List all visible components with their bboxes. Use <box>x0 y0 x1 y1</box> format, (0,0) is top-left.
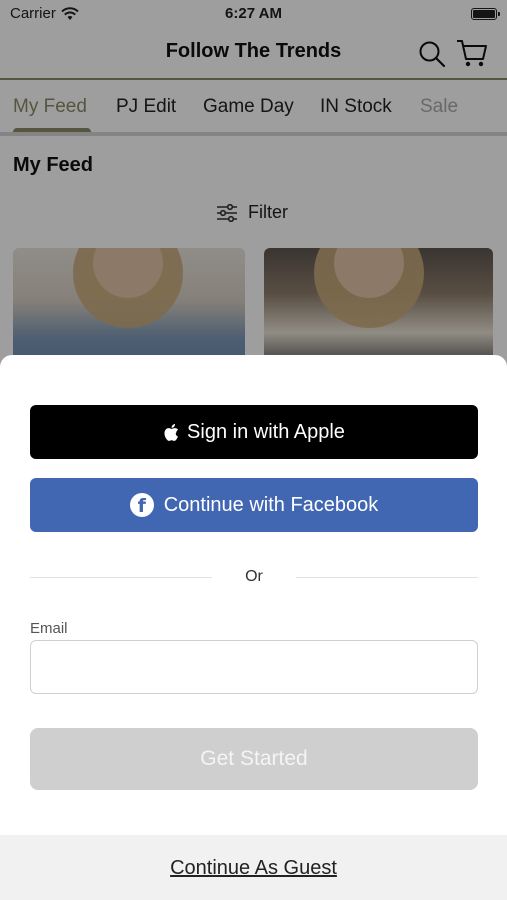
sign-in-with-apple-button[interactable]: Sign in with Apple <box>30 405 478 459</box>
continue-as-guest-link[interactable]: Continue As Guest <box>0 857 507 880</box>
facebook-button-label: Continue with Facebook <box>163 493 379 516</box>
email-label: Email <box>30 620 68 637</box>
guest-footer: Continue As Guest <box>0 835 507 900</box>
or-divider: Or <box>30 565 478 589</box>
facebook-logo-icon: f <box>129 493 154 517</box>
sign-in-sheet: Sign in with Apple f Continue with Faceb… <box>0 355 507 900</box>
continue-with-facebook-button[interactable]: f Continue with Facebook <box>30 478 478 532</box>
apple-logo-icon <box>164 423 179 441</box>
get-started-button[interactable]: Get Started <box>30 728 478 790</box>
divider-line <box>296 577 478 578</box>
apple-button-label: Sign in with Apple <box>187 420 345 443</box>
email-field[interactable] <box>30 640 478 694</box>
